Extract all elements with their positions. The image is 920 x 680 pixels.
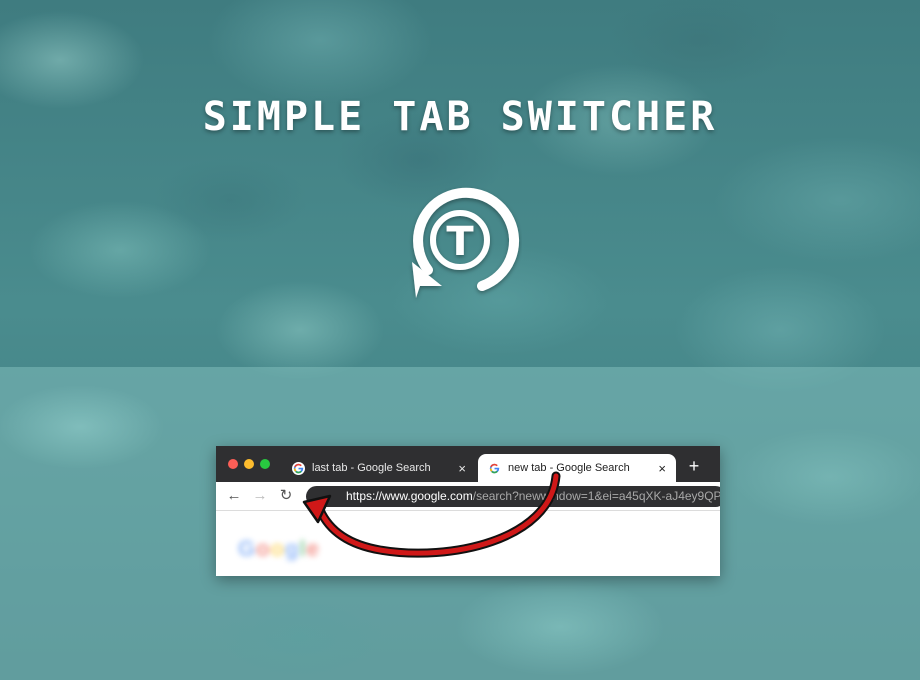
reload-icon[interactable]: ↻ bbox=[276, 486, 296, 506]
switch-tab-arrow-icon bbox=[302, 471, 561, 558]
minimize-window-dot[interactable] bbox=[244, 459, 254, 469]
close-window-dot[interactable] bbox=[228, 459, 238, 469]
circular-arrow-t-logo: T bbox=[412, 187, 520, 298]
forward-arrow-icon[interactable]: → bbox=[250, 486, 270, 506]
logo-char: o bbox=[270, 536, 286, 561]
logo-char: G bbox=[238, 536, 257, 561]
new-tab-button[interactable]: + bbox=[684, 454, 704, 478]
hero-background: SIMPLE TAB SWITCHER T last tab - Google … bbox=[0, 0, 920, 680]
page-title: SIMPLE TAB SWITCHER bbox=[202, 94, 718, 140]
maximize-window-dot[interactable] bbox=[260, 459, 270, 469]
logo-letter: T bbox=[446, 219, 474, 265]
logo-char: o bbox=[256, 536, 271, 561]
logo-char: g bbox=[285, 536, 300, 561]
back-arrow-icon[interactable]: ← bbox=[224, 486, 244, 506]
close-tab-icon[interactable]: × bbox=[658, 461, 666, 476]
